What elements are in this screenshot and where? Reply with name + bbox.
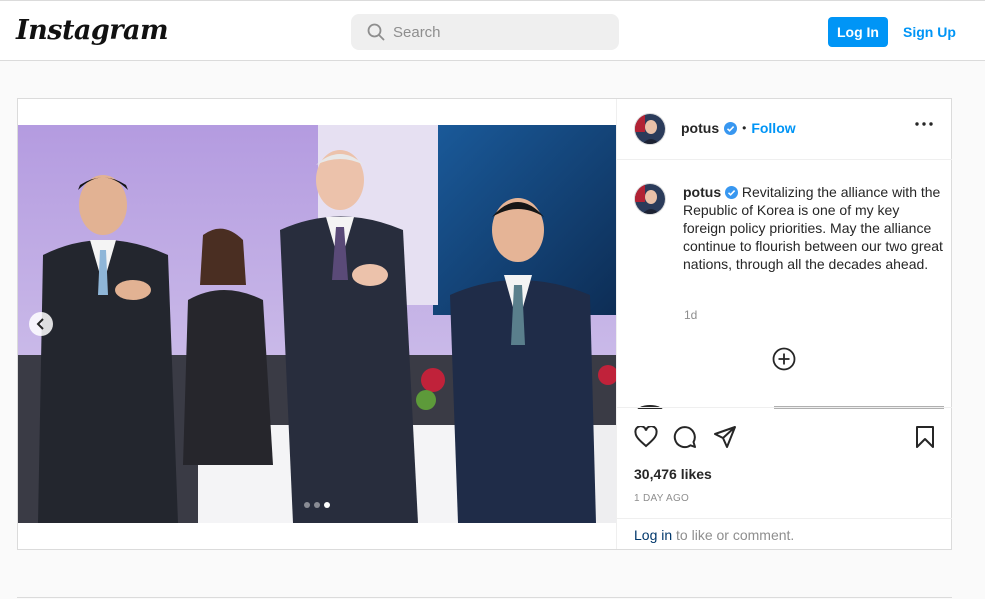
divider [17, 597, 952, 598]
share-icon[interactable] [713, 425, 737, 449]
avatar-image [635, 114, 665, 144]
post-media-carousel[interactable] [18, 125, 616, 523]
likes-count[interactable]: 30,476 likes [634, 466, 712, 482]
follow-button[interactable]: Follow [751, 120, 795, 136]
add-comments-icon[interactable] [772, 347, 796, 371]
login-prompt-text: to like or comment. [672, 527, 795, 543]
avatar-image [635, 184, 665, 214]
caption-username[interactable]: potus [683, 184, 721, 200]
post-header: potus • Follow [617, 99, 952, 160]
top-nav-bar: Instagram Log In Sign Up [0, 0, 985, 61]
caption-timestamp: 1d [684, 308, 698, 322]
avatar[interactable] [634, 183, 666, 215]
caption-text: potus Revitalizing the alliance with the… [683, 183, 945, 273]
verified-badge-icon [724, 121, 738, 135]
carousel-prev-button[interactable] [29, 312, 53, 336]
caption-body: Revitalizing the alliance with the Repub… [683, 184, 943, 272]
carousel-dot-active [324, 502, 330, 508]
username[interactable]: potus [681, 120, 719, 136]
search-box[interactable] [351, 14, 619, 50]
dot-separator: • [742, 121, 747, 135]
log-in-button[interactable]: Log In [828, 17, 888, 47]
post-date: 1 DAY AGO [634, 493, 690, 504]
chevron-left-icon [36, 318, 44, 330]
search-input[interactable] [393, 22, 593, 42]
login-prompt: Log in to like or comment. [617, 518, 952, 549]
search-icon [367, 23, 385, 41]
instagram-logo[interactable]: Instagram [16, 15, 169, 46]
post-photo [18, 125, 616, 523]
carousel-dot [304, 502, 310, 508]
post-actions: 30,476 likes 1 DAY AGO [617, 407, 952, 519]
bookmark-icon[interactable] [915, 425, 935, 449]
avatar[interactable] [634, 113, 666, 145]
post-side-panel: potus • Follow potus Revitalizing the al… [616, 99, 952, 549]
post-card: potus • Follow potus Revitalizing the al… [17, 98, 952, 550]
log-in-link[interactable]: Log in [634, 527, 672, 543]
comment-icon[interactable] [673, 425, 697, 449]
carousel-indicator [304, 502, 330, 508]
more-options-icon[interactable] [915, 121, 933, 127]
sign-up-link[interactable]: Sign Up [903, 24, 956, 40]
verified-badge-icon [725, 186, 738, 199]
heart-icon[interactable] [634, 426, 658, 448]
carousel-dot [314, 502, 320, 508]
